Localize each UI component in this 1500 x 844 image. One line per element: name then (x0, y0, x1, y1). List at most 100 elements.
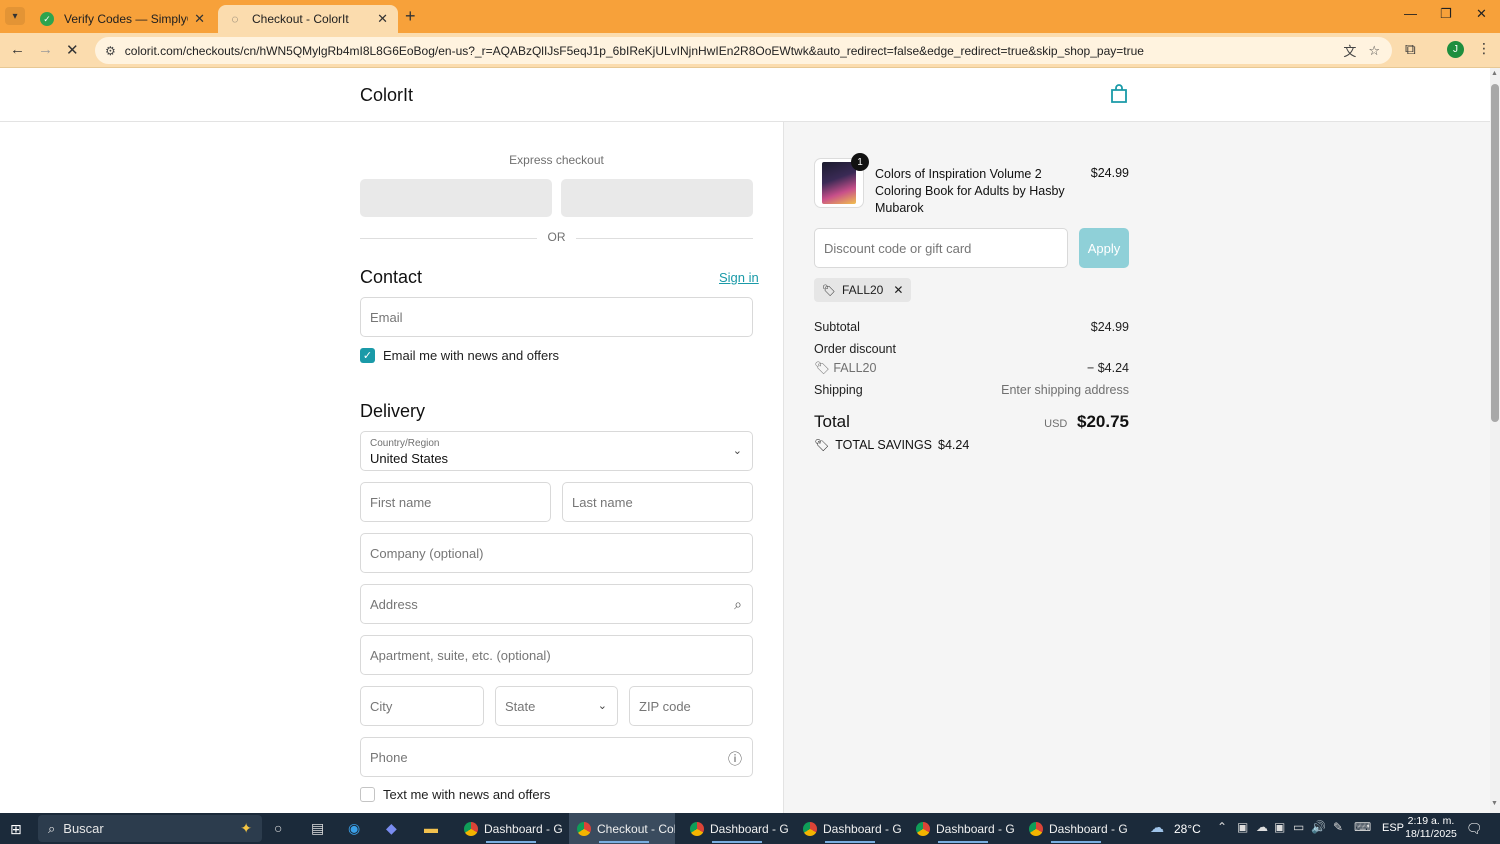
tray-app-icon[interactable]: ▣ (1237, 820, 1248, 834)
taskbar-app-chrome[interactable]: Dashboard - Go... (456, 813, 562, 844)
tab-simplycodes[interactable]: ✓ Verify Codes — SimplyCodes ✕ (30, 5, 215, 33)
back-arrow-icon[interactable]: ← (10, 41, 25, 58)
file-explorer-icon[interactable]: ▬ (424, 820, 438, 836)
email-field[interactable] (360, 297, 753, 337)
last-name-field[interactable] (562, 482, 753, 522)
close-tab-icon[interactable]: ✕ (377, 11, 388, 27)
tab-checkout[interactable]: ◌ Checkout - ColorIt ✕ (218, 5, 398, 33)
taskbar-app-chrome[interactable]: Dashboard - Go... (1021, 813, 1127, 844)
apartment-field[interactable] (360, 635, 753, 675)
email-input[interactable] (370, 309, 743, 325)
task-view-icon[interactable]: ▤ (311, 820, 324, 837)
discount-code-input[interactable] (824, 240, 1058, 256)
restore-icon[interactable]: ❐ (1440, 6, 1452, 22)
first-name-field[interactable] (360, 482, 551, 522)
sms-checkbox-row[interactable]: Text me with news and offers (360, 787, 550, 802)
volume-speaker-icon[interactable]: 🔊 (1311, 820, 1326, 834)
stop-loading-icon[interactable]: ✕ (66, 41, 79, 59)
notifications-icon[interactable]: 🗨 (1466, 821, 1483, 837)
taskbar-app-chrome[interactable]: Dashboard - Go... (795, 813, 901, 844)
apply-button[interactable]: Apply (1079, 228, 1129, 268)
state-select[interactable]: State ⌄ (495, 686, 618, 726)
address-input[interactable] (370, 596, 743, 612)
extensions-puzzle-icon[interactable]: ⧉ (1405, 41, 1416, 58)
company-input[interactable] (370, 545, 743, 561)
network-icon[interactable]: ▭ (1293, 820, 1304, 834)
help-circle-icon[interactable]: ⓘ (728, 749, 742, 769)
phone-field[interactable]: ⓘ (360, 737, 753, 777)
tab-search-chevron-icon[interactable]: ▾ (5, 7, 25, 25)
taskbar-app-chrome[interactable]: Dashboard - Go... (682, 813, 788, 844)
shopping-bag-icon[interactable] (1110, 84, 1128, 104)
city-input[interactable] (370, 698, 474, 714)
express-checkout-title: Express checkout (509, 153, 604, 167)
discord-icon[interactable]: ◆ (386, 820, 397, 837)
newsletter-label: Email me with news and offers (383, 348, 560, 363)
forward-arrow-icon[interactable]: → (38, 41, 53, 58)
pen-icon[interactable]: ✎ (1333, 820, 1343, 834)
newsletter-checkbox[interactable]: ✓ (360, 348, 375, 363)
shop-logo-text[interactable]: ColorIt (360, 85, 413, 106)
subtotal-value: $24.99 (1090, 320, 1129, 334)
first-name-input[interactable] (370, 494, 541, 510)
cortana-circle-icon[interactable]: ○ (274, 820, 282, 836)
app-running-indicator (599, 841, 649, 843)
browser-menu-icon[interactable]: ⋮ (1477, 40, 1491, 57)
sms-checkbox[interactable] (360, 787, 375, 802)
chrome-icon (1029, 821, 1043, 836)
express-pay-button-1[interactable] (360, 179, 552, 217)
address-field[interactable]: ⌕ (360, 584, 753, 624)
company-field[interactable] (360, 533, 753, 573)
minimize-icon[interactable]: — (1404, 6, 1417, 21)
scrollbar-thumb[interactable] (1491, 84, 1499, 422)
scroll-down-arrow-icon[interactable]: ▼ (1491, 800, 1498, 807)
zip-field[interactable] (629, 686, 753, 726)
taskbar-app-chrome[interactable]: Dashboard - Go... (908, 813, 1014, 844)
close-tab-icon[interactable]: ✕ (194, 11, 205, 27)
chrome-icon (464, 821, 478, 836)
chrome-icon (803, 821, 817, 836)
book-cover-image (822, 162, 856, 204)
taskbar-search-label: Buscar (63, 821, 104, 836)
onedrive-cloud-icon[interactable]: ☁ (1256, 820, 1268, 834)
app-running-indicator (1051, 841, 1101, 843)
address-bar[interactable]: ⚙ colorit.com/checkouts/cn/hWN5QMylgRb4m… (95, 37, 1392, 64)
taskbar-app-title: Dashboard - Go... (1049, 821, 1127, 836)
city-field[interactable] (360, 686, 484, 726)
bookmark-star-icon[interactable]: ☆ (1368, 43, 1380, 59)
newsletter-checkbox-row[interactable]: ✓ Email me with news and offers (360, 348, 559, 363)
tray-app-icon[interactable]: ▣ (1274, 820, 1285, 834)
total-savings: 🏷 TOTAL SAVINGS $4.24 (814, 438, 969, 452)
savings-tag-icon: 🏷 (814, 438, 830, 452)
zip-input[interactable] (639, 698, 743, 714)
country-select[interactable]: Country/Region United States ⌄ (360, 431, 753, 471)
site-info-icon[interactable]: ⚙ (105, 44, 116, 58)
system-clock[interactable]: 2:19 a. m. 18/11/2025 (1405, 815, 1457, 841)
profile-avatar[interactable]: J (1447, 41, 1464, 58)
weather-cloud-icon[interactable]: ☁ (1150, 819, 1164, 836)
input-language[interactable]: ESP (1382, 822, 1404, 834)
weather-temperature[interactable]: 28°C (1174, 822, 1201, 836)
show-hidden-icons-chevron-up-icon[interactable]: ⌃ (1217, 820, 1227, 834)
clock-date: 18/11/2025 (1405, 828, 1457, 840)
keyboard-icon[interactable]: ⌨ (1354, 820, 1371, 834)
scroll-up-arrow-icon[interactable]: ▲ (1491, 70, 1498, 77)
sign-in-link[interactable]: Sign in (719, 270, 759, 285)
windows-start-icon[interactable]: ⊞ (10, 821, 22, 838)
discount-value: − $4.24 (1086, 361, 1129, 375)
new-tab-plus-icon[interactable]: + (405, 6, 416, 27)
url-text[interactable]: colorit.com/checkouts/cn/hWN5QMylgRb4mI8… (125, 44, 1344, 58)
phone-input[interactable] (370, 749, 743, 765)
close-window-icon[interactable]: ✕ (1476, 6, 1487, 22)
taskbar-search[interactable]: ⌕ Buscar ✦ (38, 815, 262, 842)
express-pay-button-2[interactable] (561, 179, 753, 217)
tab-title: Checkout - ColorIt (252, 12, 349, 26)
edge-browser-icon[interactable]: ◉ (348, 820, 360, 837)
taskbar-app-chrome[interactable]: Checkout - Colo... (569, 813, 675, 844)
translate-icon[interactable]: 文 (1343, 41, 1356, 60)
discount-code-field[interactable] (814, 228, 1068, 268)
remove-discount-icon[interactable]: ✕ (893, 283, 903, 297)
contact-heading: Contact (360, 267, 423, 287)
apartment-input[interactable] (370, 647, 743, 663)
last-name-input[interactable] (572, 494, 743, 510)
